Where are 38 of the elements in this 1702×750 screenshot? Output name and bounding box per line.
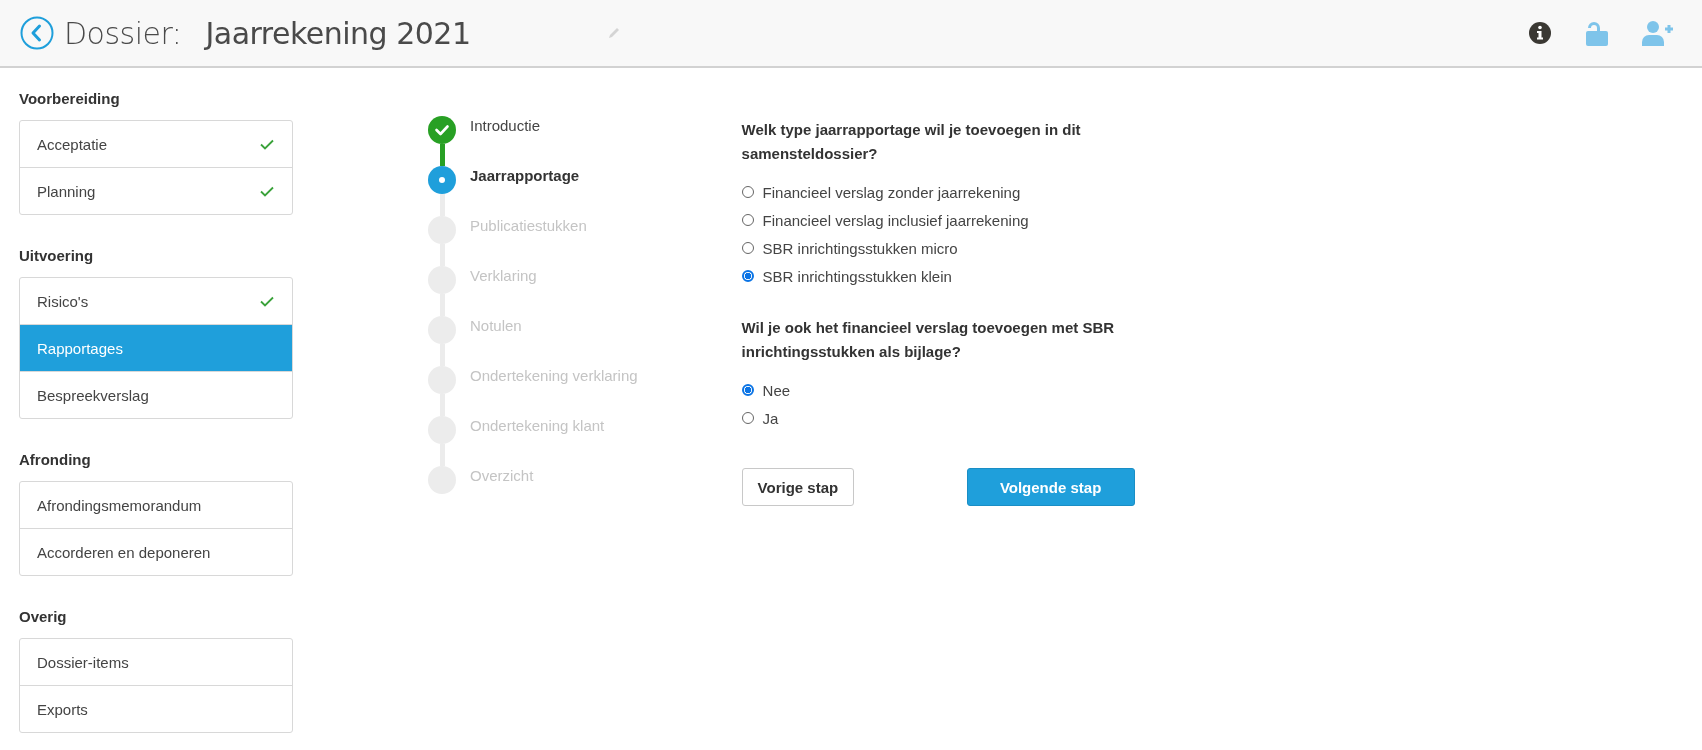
section-heading: Voorbereiding	[19, 90, 121, 109]
page-label: Dossier:	[64, 15, 182, 51]
section-heading: Uitvoering	[19, 247, 95, 266]
option-label: Ja	[762, 409, 779, 427]
menu-item-label: Afrondingsmemorandum	[37, 496, 202, 514]
menu-item-label: Dossier-items	[37, 653, 129, 671]
menu-item[interactable]: Risico's	[20, 278, 292, 324]
option-label: SBR inrichtingsstukken klein	[762, 267, 952, 285]
radio-button[interactable]	[741, 270, 754, 282]
previous-step-button[interactable]: Vorige stap	[741, 468, 855, 506]
radio-button[interactable]	[741, 384, 754, 396]
menu-item-label: Planning	[37, 182, 96, 200]
info-icon[interactable]	[1528, 21, 1552, 45]
menu-item[interactable]: Acceptatie	[20, 121, 292, 167]
menu-item-label: Exports	[37, 700, 88, 718]
step-label[interactable]: Jaarrapportage	[470, 166, 580, 186]
menu-item[interactable]: Bespreekverslag	[20, 371, 292, 418]
question-text: Welk type jaarrapportage wil je toevoegen in dit samensteldossier?	[741, 120, 1082, 164]
menu-item[interactable]: Afrondingsmemorandum	[20, 482, 292, 528]
menu-item-label: Acceptatie	[37, 135, 108, 153]
menu-item-label: Rapportages	[37, 339, 123, 357]
question-text: Wil je ook het financieel verslag toevoegen met SBR inrichtingsstukken als bijlage?	[741, 318, 1116, 362]
option-label: Nee	[762, 381, 791, 399]
option-label: Financieel verslag inclusief jaarrekening	[762, 211, 1029, 229]
menu-item[interactable]: Dossier-items	[20, 639, 292, 685]
menu-item-label: Accorderen en deponeren	[37, 543, 211, 561]
section-heading: Afronding	[19, 451, 92, 470]
section-heading: Overig	[19, 608, 68, 627]
menu-item-label: Bespreekverslag	[37, 386, 149, 404]
dossier-title: Jaarrekening 2021	[205, 15, 471, 51]
menu-item[interactable]: Accorderen en deponeren	[20, 528, 292, 575]
option-label: Financieel verslag zonder jaarrekening	[762, 183, 1021, 201]
menu-item[interactable]: Exports	[20, 685, 292, 732]
step-label[interactable]: Introductie	[470, 116, 541, 136]
back-icon[interactable]	[20, 16, 54, 50]
menu-item-label: Risico's	[37, 292, 89, 310]
menu-item[interactable]: Planning	[20, 167, 292, 214]
option-label: SBR inrichtingsstukken micro	[762, 239, 958, 257]
